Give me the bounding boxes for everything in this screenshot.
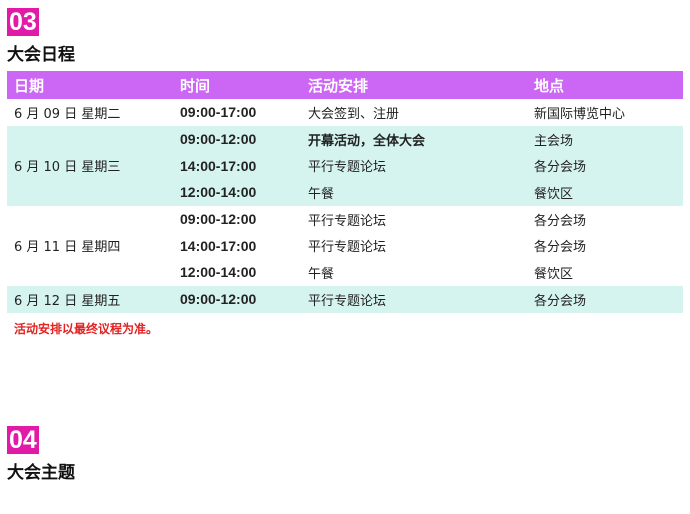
venue-cell: 各分会场 xyxy=(527,232,683,260)
activity-cell: 开幕活动，全体大会 xyxy=(301,125,527,153)
activity-cell: 大会签到、注册 xyxy=(301,99,527,126)
activity-cell: 平行专题论坛 xyxy=(301,205,527,233)
date-cell: 6 月 12 日 星期五 xyxy=(7,285,173,313)
table-row: 6 月 11 日 星期四 09:00-12:00 平行专题论坛 各分会场 xyxy=(7,205,683,286)
venue-cell: 各分会场 xyxy=(527,285,683,313)
date-cell: 6 月 11 日 星期四 xyxy=(7,205,173,286)
time-cell: 09:00-12:00 xyxy=(173,205,301,233)
time-cell: 09:00-17:00 xyxy=(173,99,301,126)
time-cell: 14:00-17:00 xyxy=(173,232,301,260)
date-cell: 6 月 10 日 星期三 xyxy=(7,125,173,206)
column-header-activity: 活动安排 xyxy=(301,71,527,99)
activity-cell: 平行专题论坛 xyxy=(301,232,527,260)
activity-cell: 平行专题论坛 xyxy=(301,152,527,180)
section-number-badge: 03 xyxy=(7,8,39,36)
column-header-venue: 地点 xyxy=(527,71,683,99)
table-row: 6 月 09 日 星期二 09:00-17:00 大会签到、注册 新国际博览中心 xyxy=(7,99,683,126)
column-header-date: 日期 xyxy=(7,71,173,99)
column-header-time: 时间 xyxy=(173,71,301,99)
activity-cell: 平行专题论坛 xyxy=(301,285,527,313)
venue-cell: 各分会场 xyxy=(527,205,683,233)
schedule-table: 日期 时间 活动安排 地点 6 月 09 日 星期二 09:00-17:00 大… xyxy=(7,71,683,313)
venue-cell: 各分会场 xyxy=(527,152,683,180)
venue-cell: 新国际博览中心 xyxy=(527,99,683,126)
table-header-row: 日期 时间 活动安排 地点 xyxy=(7,71,683,99)
schedule-note: 活动安排以最终议程为准。 xyxy=(14,322,159,336)
time-cell: 12:00-14:00 xyxy=(173,259,301,286)
table-row: 6 月 12 日 星期五 09:00-12:00 平行专题论坛 各分会场 xyxy=(7,285,683,313)
section-number-badge: 04 xyxy=(7,426,39,454)
table-row: 6 月 10 日 星期三 09:00-12:00 开幕活动，全体大会 主会场 xyxy=(7,125,683,206)
time-cell: 12:00-14:00 xyxy=(173,179,301,206)
section-title: 大会主题 xyxy=(7,463,75,483)
activity-cell: 午餐 xyxy=(301,179,527,206)
venue-cell: 餐饮区 xyxy=(527,259,683,286)
time-cell: 09:00-12:00 xyxy=(173,285,301,313)
activity-cell: 午餐 xyxy=(301,259,527,286)
venue-cell: 餐饮区 xyxy=(527,179,683,206)
time-cell: 14:00-17:00 xyxy=(173,152,301,180)
section-title: 大会日程 xyxy=(7,45,75,65)
time-cell: 09:00-12:00 xyxy=(173,125,301,153)
date-cell: 6 月 09 日 星期二 xyxy=(7,99,173,126)
venue-cell: 主会场 xyxy=(527,125,683,153)
